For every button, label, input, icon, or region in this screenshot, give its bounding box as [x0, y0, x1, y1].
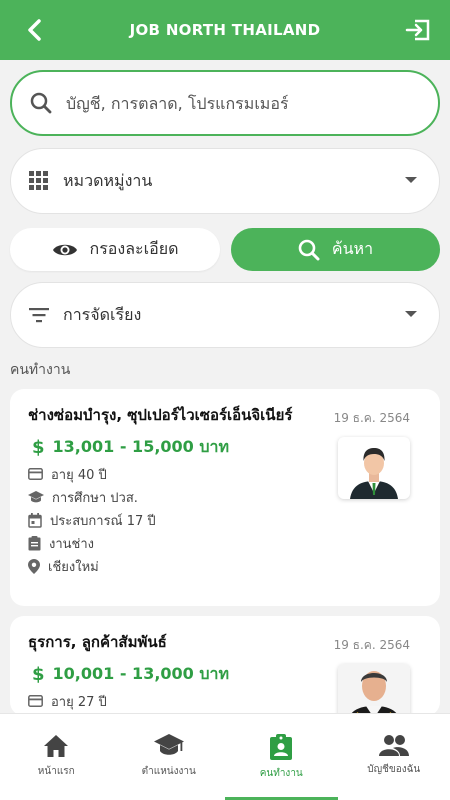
app-bar: JOB NORTH THAILAND	[0, 0, 450, 60]
dollar-icon: $	[32, 664, 45, 685]
clipboard-icon	[28, 535, 41, 550]
nav-label: ตำแหน่งงาน	[141, 766, 196, 777]
education-text: การศึกษา ปวส.	[52, 490, 138, 506]
search-bar	[10, 70, 440, 136]
filter-button[interactable]: กรองละเอียด	[10, 228, 220, 271]
salary-value: 13,001 - 15,000 บาท	[52, 437, 230, 456]
search-icon	[30, 92, 52, 114]
post-date: 19 ธ.ค. 2564	[333, 638, 410, 652]
dollar-icon: $	[32, 437, 45, 458]
nav-label: บัญชีของฉัน	[367, 764, 421, 775]
id-card-icon	[28, 468, 43, 480]
logout-button[interactable]	[402, 14, 434, 46]
logout-icon	[405, 19, 430, 41]
avatar	[338, 437, 410, 499]
sort-label: การจัดเรียง	[63, 304, 142, 324]
sort-select[interactable]: การจัดเรียง	[10, 282, 440, 348]
nav-label: หน้าแรก	[37, 766, 75, 777]
eye-icon	[52, 244, 77, 255]
candidate-card[interactable]: ช่างซ่อมบำรุง, ซุปเปอร์ไวเซอร์เอ็นจิเนีย…	[10, 389, 440, 606]
bottom-nav: หน้าแรก ตำแหน่งงาน คนทำงาน บัญชีของฉัน	[0, 713, 450, 800]
back-button[interactable]	[18, 14, 50, 46]
graduation-cap-icon	[28, 490, 44, 502]
section-title: คนทำงาน	[10, 362, 71, 378]
field-row: งานช่าง	[28, 534, 422, 552]
graduation-cap-icon	[153, 734, 184, 755]
post-date: 19 ธ.ค. 2564	[333, 411, 410, 425]
experience-row: ประสบการณ์ 17 ปี	[28, 511, 422, 529]
search-icon	[298, 239, 320, 260]
people-icon	[378, 735, 409, 756]
category-label: หมวดหมู่งาน	[63, 170, 153, 190]
search-input[interactable]	[66, 93, 396, 113]
search-button-label: ค้นหา	[331, 239, 374, 258]
person-avatar-icon	[350, 448, 398, 499]
calendar-icon	[28, 512, 42, 528]
age-text: อายุ 40 ปี	[51, 467, 107, 483]
search-button[interactable]: ค้นหา	[231, 228, 440, 271]
page-title: JOB NORTH THAILAND	[129, 21, 321, 39]
salary-value: 10,001 - 13,000 บาท	[52, 664, 230, 683]
experience-text: ประสบการณ์ 17 ปี	[50, 513, 156, 529]
age-text: อายุ 27 ปี	[51, 694, 107, 710]
grid-icon	[29, 171, 48, 190]
nav-item-account[interactable]: บัญชีของฉัน	[338, 714, 450, 800]
person-photo-icon	[338, 664, 410, 716]
candidate-card[interactable]: ธุรการ, ลูกค้าสัมพันธ์ 19 ธ.ค. 2564 $ 10…	[10, 616, 440, 716]
nav-item-candidates[interactable]: คนทำงาน	[225, 714, 338, 800]
filter-button-label: กรองละเอียด	[89, 239, 179, 258]
candidate-title: ช่างซ่อมบำรุง, ซุปเปอร์ไวเซอร์เอ็นจิเนีย…	[28, 406, 293, 424]
category-select[interactable]: หมวดหมู่งาน	[10, 148, 440, 214]
location-pin-icon	[28, 558, 40, 574]
avatar	[338, 664, 410, 716]
chevron-down-icon	[405, 311, 417, 317]
location-text: เชียงใหม่	[48, 559, 99, 575]
nav-item-jobs[interactable]: ตำแหน่งงาน	[113, 714, 226, 800]
candidate-title: ธุรการ, ลูกค้าสัมพันธ์	[28, 633, 167, 651]
field-text: งานช่าง	[49, 536, 95, 552]
clipboard-person-icon	[270, 734, 293, 760]
id-card-icon	[28, 695, 43, 707]
location-row: เชียงใหม่	[28, 557, 422, 575]
chevron-down-icon	[405, 177, 417, 183]
home-icon	[44, 735, 69, 757]
nav-label: คนทำงาน	[259, 768, 303, 779]
chevron-left-icon	[28, 19, 41, 41]
nav-item-home[interactable]: หน้าแรก	[0, 714, 113, 800]
sort-icon	[29, 308, 49, 323]
